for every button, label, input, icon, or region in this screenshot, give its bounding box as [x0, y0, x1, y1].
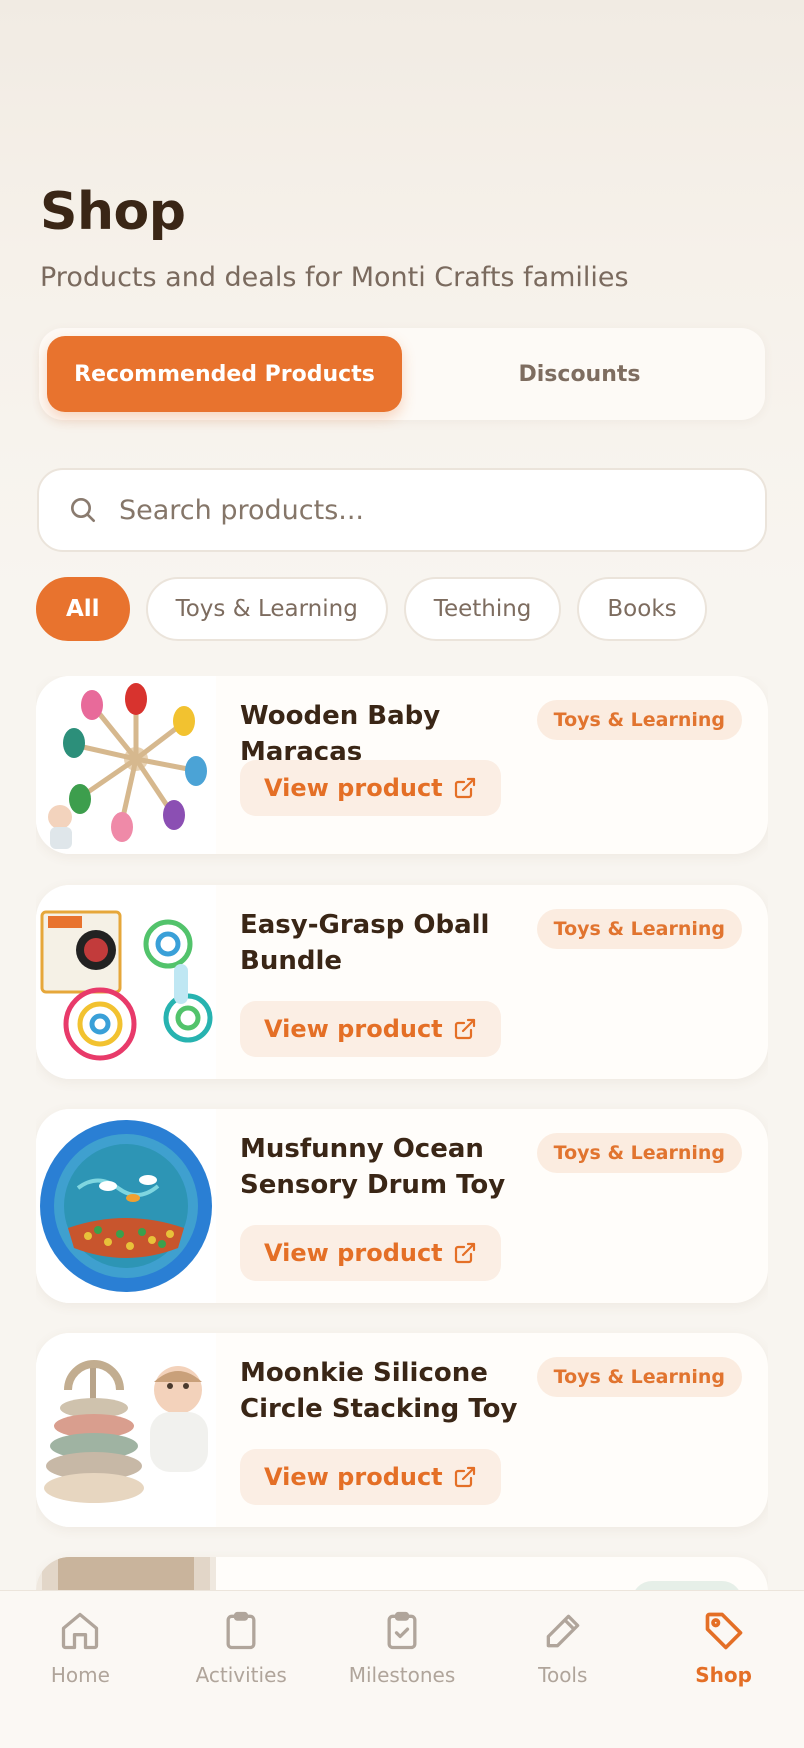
external-link-icon — [454, 1018, 475, 1040]
view-product-label: View product — [264, 774, 443, 802]
tab-tools-label: Tools — [538, 1663, 588, 1687]
product-card[interactable]: Musfunny Ocean Sensory Drum Toy Toys & L… — [36, 1109, 768, 1303]
product-name: Musfunny Ocean Sensory Drum Toy — [240, 1134, 506, 1200]
category-tag: Toys & Learning — [536, 1133, 742, 1173]
external-link-icon — [454, 777, 475, 799]
view-product-button[interactable]: View product — [240, 1225, 501, 1281]
product-card-partial[interactable] — [36, 1557, 768, 1591]
tab-milestones-label: Milestones — [348, 1663, 456, 1687]
maracas-image — [36, 676, 216, 854]
shop-screen: Shop Products and deals for Monti Crafts… — [0, 0, 804, 1748]
segmented-control: Recommended Products Discounts — [39, 328, 765, 420]
tab-home[interactable]: Home — [0, 1591, 161, 1748]
tab-tools[interactable]: Tools — [482, 1591, 643, 1748]
external-link-icon — [454, 1242, 475, 1264]
clipboard-check-icon — [387, 1611, 417, 1650]
product-list[interactable]: Wooden Baby Maracas Toys & Learning View… — [36, 676, 768, 1591]
filter-chip-books[interactable]: Books — [577, 577, 707, 641]
category-tag: Toys & Learning — [536, 700, 742, 740]
product-name: Moonkie Silicone Circle Stacking Toy — [240, 1358, 518, 1424]
page-title: Shop — [40, 182, 186, 242]
tab-shop[interactable]: Shop — [643, 1591, 804, 1748]
home-icon — [62, 1612, 99, 1650]
filter-chip-toys-learning[interactable]: Toys & Learning — [145, 577, 388, 641]
product-card[interactable]: Wooden Baby Maracas Toys & Learning View… — [36, 676, 768, 854]
tab-milestones[interactable]: Milestones — [322, 1591, 483, 1748]
tab-activities-label: Activities — [195, 1663, 287, 1687]
search-bar[interactable] — [37, 468, 767, 552]
search-icon — [71, 498, 95, 522]
external-link-icon — [454, 1466, 475, 1488]
filter-chip-all[interactable]: All — [36, 577, 130, 641]
stacking-toy-image — [36, 1333, 216, 1527]
page-subtitle: Products and deals for Monti Crafts fami… — [40, 262, 629, 293]
category-tag: Toys & Learning — [536, 1357, 742, 1397]
filter-chip-teething[interactable]: Teething — [403, 577, 562, 641]
product-card[interactable]: Moonkie Silicone Circle Stacking Toy Toy… — [36, 1333, 768, 1527]
search-input[interactable] — [119, 494, 719, 526]
recommended-products-tab[interactable]: Recommended Products — [47, 336, 402, 412]
tab-shop-label: Shop — [695, 1663, 752, 1687]
view-product-label: View product — [264, 1015, 443, 1043]
discounts-tab[interactable]: Discounts — [402, 336, 757, 412]
ocean-drum-image — [36, 1109, 216, 1303]
tab-activities[interactable]: Activities — [161, 1591, 322, 1748]
view-product-button[interactable]: View product — [240, 1001, 501, 1057]
pencil-icon — [546, 1614, 580, 1648]
product-image-partial — [36, 1557, 216, 1591]
view-product-label: View product — [264, 1463, 443, 1491]
category-filters: All Toys & Learning Teething Books — [36, 577, 707, 641]
bottom-tab-bar: Home Activities Milestones Tools Shop — [0, 1590, 804, 1748]
oball-image — [36, 885, 216, 1079]
tab-home-label: Home — [50, 1663, 110, 1687]
view-product-label: View product — [264, 1239, 443, 1267]
product-name: Easy-Grasp Oball Bundle — [240, 910, 490, 976]
view-product-button[interactable]: View product — [240, 760, 501, 816]
clipboard-icon — [226, 1611, 256, 1650]
product-card[interactable]: Easy-Grasp Oball Bundle Toys & Learning … — [36, 885, 768, 1079]
category-tag: Toys & Learning — [536, 909, 742, 949]
tag-icon — [705, 1612, 742, 1650]
view-product-button[interactable]: View product — [240, 1449, 501, 1505]
